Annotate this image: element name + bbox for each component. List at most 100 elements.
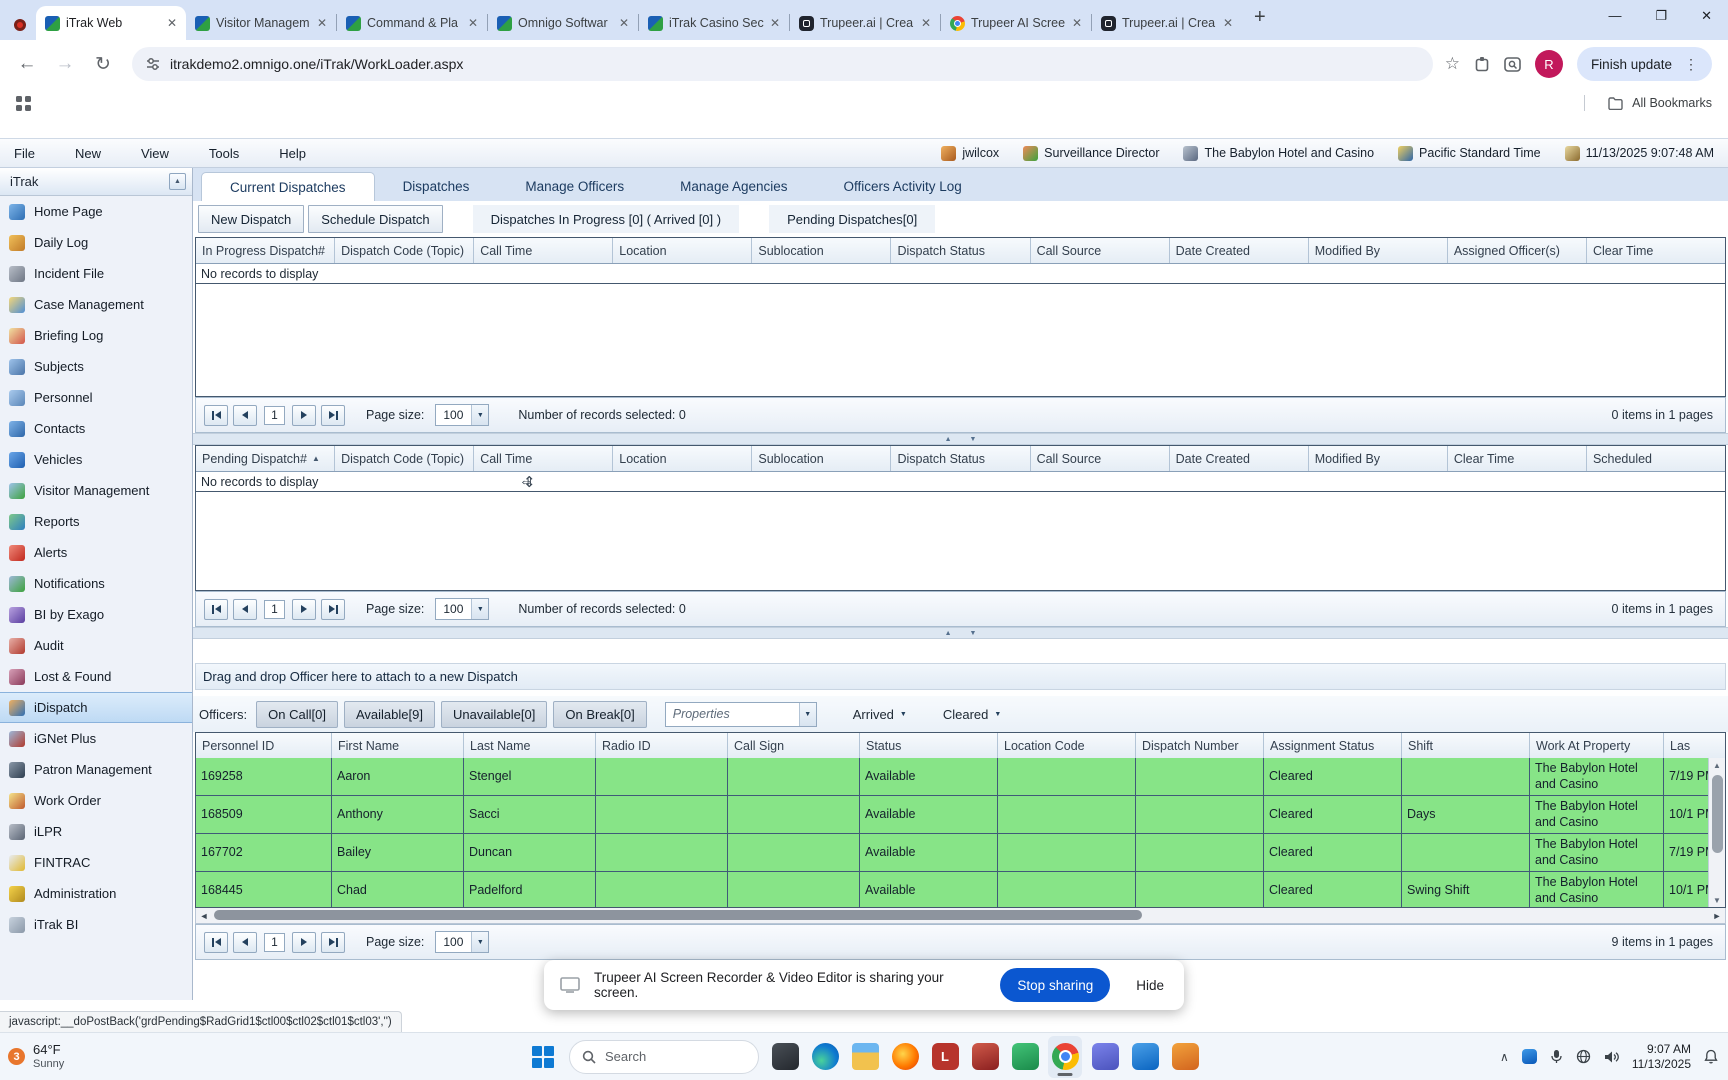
column-header-in-progress-dispatch[interactable]: In Progress Dispatch# bbox=[196, 238, 335, 263]
column-header-dispatch-code-topic[interactable]: Dispatch Code (Topic) bbox=[335, 238, 474, 263]
last-page-button[interactable] bbox=[321, 405, 345, 426]
tab-current-dispatches[interactable]: Current Dispatches bbox=[201, 172, 375, 201]
extensions-icon[interactable] bbox=[1474, 56, 1490, 72]
next-page-button[interactable] bbox=[292, 599, 316, 620]
previous-page-button[interactable] bbox=[233, 599, 257, 620]
column-header-location[interactable]: Location bbox=[613, 446, 752, 471]
sidebar-item-incident-file[interactable]: Incident File bbox=[0, 258, 192, 289]
tab-manage-agencies[interactable]: Manage Agencies bbox=[652, 172, 815, 201]
sidebar-item-home-page[interactable]: Home Page bbox=[0, 196, 192, 227]
notifications-bell-icon[interactable] bbox=[1704, 1049, 1718, 1064]
page-number-input[interactable]: 1 bbox=[264, 600, 285, 619]
column-header-pending-dispatch[interactable]: Pending Dispatch#▲ bbox=[196, 446, 335, 471]
media-app-icon[interactable] bbox=[968, 1036, 1002, 1078]
tab-close-icon[interactable]: ✕ bbox=[167, 16, 177, 30]
column-header-status[interactable]: Status bbox=[860, 733, 998, 758]
tab-close-icon[interactable]: ✕ bbox=[770, 16, 780, 30]
column-header-las[interactable]: Las bbox=[1664, 733, 1726, 758]
last-page-button[interactable] bbox=[321, 932, 345, 953]
tab-officers-activity-log[interactable]: Officers Activity Log bbox=[816, 172, 990, 201]
page-size-select[interactable]: 100▼ bbox=[435, 404, 489, 426]
menu-help[interactable]: Help bbox=[279, 146, 306, 161]
search-tabs-icon[interactable] bbox=[1504, 57, 1521, 72]
first-page-button[interactable] bbox=[204, 932, 228, 953]
column-header-location-code[interactable]: Location Code bbox=[998, 733, 1136, 758]
sidebar-item-ilpr[interactable]: iLPR bbox=[0, 816, 192, 847]
edge-icon[interactable] bbox=[808, 1036, 842, 1078]
last-page-button[interactable] bbox=[321, 599, 345, 620]
tab-close-icon[interactable]: ✕ bbox=[1223, 16, 1233, 30]
window-minimize-button[interactable]: — bbox=[1608, 8, 1621, 24]
officer-row[interactable]: 169258AaronStengelAvailableClearedThe Ba… bbox=[196, 758, 1726, 796]
vertical-scrollbar[interactable]: ▲ ▼ bbox=[1708, 758, 1725, 908]
scroll-up-icon[interactable]: ▲ bbox=[1713, 758, 1721, 773]
browser-tab[interactable]: Trupeer AI Scree✕ bbox=[941, 6, 1091, 40]
column-header-scheduled[interactable]: Scheduled bbox=[1587, 446, 1725, 471]
sidebar-item-reports[interactable]: Reports bbox=[0, 506, 192, 537]
previous-page-button[interactable] bbox=[233, 405, 257, 426]
window-close-button[interactable]: ✕ bbox=[1701, 8, 1712, 24]
sidebar-item-idispatch[interactable]: iDispatch bbox=[0, 692, 192, 723]
bookmark-star-icon[interactable]: ☆ bbox=[1445, 54, 1460, 74]
reload-button[interactable]: ↻ bbox=[86, 53, 120, 76]
apps-grid-icon[interactable] bbox=[16, 96, 31, 111]
sidebar-item-administration[interactable]: Administration bbox=[0, 878, 192, 909]
tab-close-icon[interactable]: ✕ bbox=[468, 16, 478, 30]
sidebar-item-personnel[interactable]: Personnel bbox=[0, 382, 192, 413]
chevron-down-icon[interactable]: ▼ bbox=[471, 405, 488, 425]
column-header-dispatch-code-topic[interactable]: Dispatch Code (Topic) bbox=[335, 446, 474, 471]
pen-app-icon[interactable] bbox=[1168, 1036, 1202, 1078]
chevron-down-icon[interactable]: ▼ bbox=[471, 599, 488, 619]
column-header-first-name[interactable]: First Name bbox=[332, 733, 464, 758]
officer-filter-on-break[interactable]: On Break[0] bbox=[553, 701, 646, 728]
teams-app-icon[interactable] bbox=[1088, 1036, 1122, 1078]
next-page-button[interactable] bbox=[292, 405, 316, 426]
page-number-input[interactable]: 1 bbox=[264, 406, 285, 425]
column-header-modified-by[interactable]: Modified By bbox=[1309, 446, 1448, 471]
chevron-down-icon[interactable]: ▼ bbox=[471, 932, 488, 952]
l-app-icon[interactable]: L bbox=[928, 1036, 962, 1078]
sidebar-item-case-management[interactable]: Case Management bbox=[0, 289, 192, 320]
browser-tab[interactable]: iTrak Casino Sec✕ bbox=[639, 6, 789, 40]
page-number-input[interactable]: 1 bbox=[264, 933, 285, 952]
taskbar-clock[interactable]: 9:07 AM 11/13/2025 bbox=[1632, 1042, 1691, 1072]
sidebar-item-work-order[interactable]: Work Order bbox=[0, 785, 192, 816]
officer-filter-on-call[interactable]: On Call[0] bbox=[256, 701, 338, 728]
sidebar-item-alerts[interactable]: Alerts bbox=[0, 537, 192, 568]
column-header-shift[interactable]: Shift bbox=[1402, 733, 1530, 758]
sidebar-item-audit[interactable]: Audit bbox=[0, 630, 192, 661]
column-header-dispatch-status[interactable]: Dispatch Status bbox=[891, 238, 1030, 263]
column-header-clear-time[interactable]: Clear Time bbox=[1587, 238, 1725, 263]
new-tab-button[interactable]: + bbox=[1254, 6, 1266, 29]
page-size-select[interactable]: 100▼ bbox=[435, 931, 489, 953]
network-icon[interactable] bbox=[1576, 1049, 1591, 1064]
tab-close-icon[interactable]: ✕ bbox=[1072, 16, 1082, 30]
officer-row[interactable]: 168445ChadPadelfordAvailableClearedSwing… bbox=[196, 872, 1726, 908]
finish-update-button[interactable]: Finish update ⋮ bbox=[1577, 47, 1712, 81]
tab-manage-officers[interactable]: Manage Officers bbox=[497, 172, 652, 201]
volume-icon[interactable] bbox=[1604, 1050, 1619, 1064]
all-bookmarks-button[interactable]: All Bookmarks bbox=[1584, 95, 1712, 111]
dev-device-app-icon[interactable] bbox=[768, 1036, 802, 1078]
column-header-sublocation[interactable]: Sublocation bbox=[752, 446, 891, 471]
tab-close-icon[interactable]: ✕ bbox=[921, 16, 931, 30]
mail-app-icon[interactable] bbox=[1128, 1036, 1162, 1078]
screen-recorder-app-icon[interactable] bbox=[1008, 1036, 1042, 1078]
chrome-menu-icon[interactable]: ⋮ bbox=[1684, 56, 1698, 73]
sidebar-item-lost-found[interactable]: Lost & Found bbox=[0, 661, 192, 692]
menu-new[interactable]: New bbox=[75, 146, 101, 161]
column-header-modified-by[interactable]: Modified By bbox=[1309, 238, 1448, 263]
column-header-personnel-id[interactable]: Personnel ID bbox=[196, 733, 332, 758]
sidebar-item-vehicles[interactable]: Vehicles bbox=[0, 444, 192, 475]
sidebar-item-daily-log[interactable]: Daily Log bbox=[0, 227, 192, 258]
weather-widget[interactable]: 3 64°F Sunny bbox=[8, 1042, 64, 1071]
column-header-call-time[interactable]: Call Time bbox=[474, 446, 613, 471]
column-header-dispatch-number[interactable]: Dispatch Number bbox=[1136, 733, 1264, 758]
column-header-date-created[interactable]: Date Created bbox=[1170, 446, 1309, 471]
microphone-icon[interactable] bbox=[1550, 1049, 1563, 1064]
column-header-call-source[interactable]: Call Source bbox=[1031, 238, 1170, 263]
site-settings-icon[interactable] bbox=[146, 57, 160, 71]
dispatches-in-progress-toggle[interactable]: Dispatches In Progress [0] ( Arrived [0]… bbox=[473, 205, 739, 233]
next-page-button[interactable] bbox=[292, 932, 316, 953]
column-header-radio-id[interactable]: Radio ID bbox=[596, 733, 728, 758]
